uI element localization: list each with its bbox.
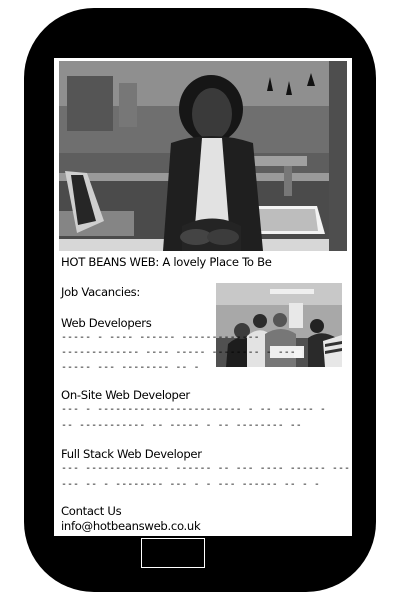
job-vacancies-heading: Job Vacancies: [61,285,140,299]
job-description-line: ----- - ---- ------ ------------- [61,332,260,343]
job-title-web-developers[interactable]: Web Developers [61,316,152,330]
job-description-line: -- ----------- -- ----- - -- -------- -- [61,420,302,431]
home-button[interactable] [141,538,205,568]
phone-screen: HOT BEANS WEB: A lovely Place To Be Job … [54,58,352,536]
job-description-line: ------------- ---- ----- -------- - --- [61,347,296,358]
job-description-line: ----- --- -------- -- - [61,362,200,373]
contact-email[interactable]: info@hotbeansweb.co.uk [61,519,201,533]
hero-photo-art [59,61,347,251]
job-description-line: --- -------------- ------ -- --- ---- --… [61,463,352,474]
contact-heading: Contact Us [61,504,122,518]
job-description-line: --- -- - -------- --- - - --- ------ -- … [61,479,320,490]
page-title: HOT BEANS WEB: A lovely Place To Be [61,255,272,269]
job-title-on-site-web-developer[interactable]: On-Site Web Developer [61,388,190,402]
hero-photo [59,61,347,251]
phone-frame: HOT BEANS WEB: A lovely Place To Be Job … [24,8,376,592]
job-description-line: --- - ------------------------ - -- ----… [61,404,326,415]
job-title-full-stack-web-developer[interactable]: Full Stack Web Developer [61,447,202,461]
